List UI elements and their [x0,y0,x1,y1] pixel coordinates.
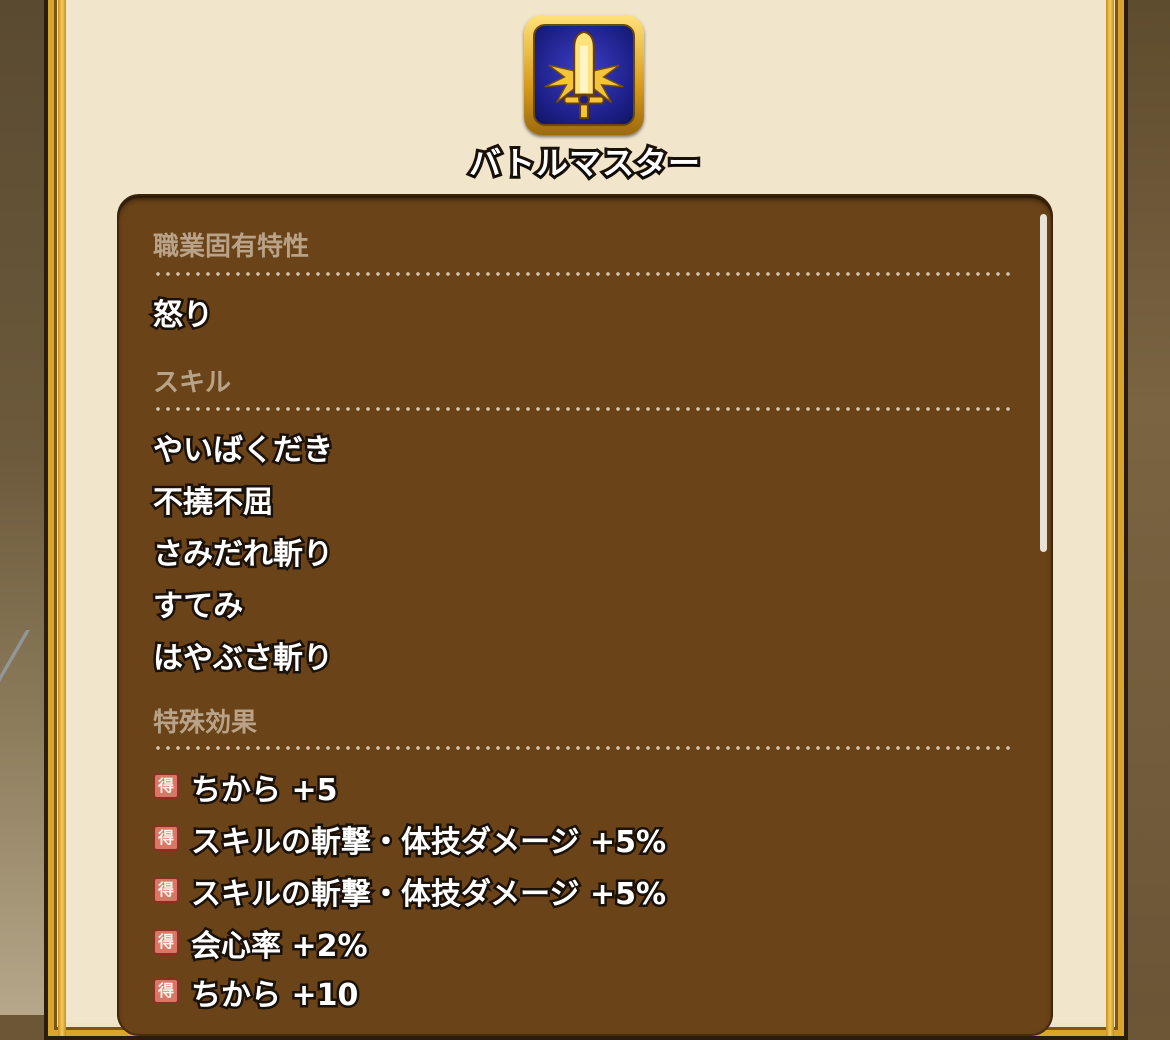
section-divider [153,272,1011,276]
effect-text: ちから +5 [188,771,339,811]
skill-item: やいばくだき [151,431,336,471]
job-title: バトルマスター [466,141,703,185]
bonus-badge-icon: 得 [153,929,179,955]
trait-item: 怒り [151,296,216,336]
skill-item: はやぶさ斬り [151,639,336,679]
bonus-badge-icon: 得 [153,825,179,851]
effect-text: 会心率 +2% [189,927,371,967]
bonus-badge-icon: 得 [153,978,179,1004]
bonus-badge-icon: 得 [153,877,179,903]
skill-item: 不撓不屈 [151,483,276,523]
sword-emblem-graphic [544,30,624,120]
sword-emblem-icon [533,24,635,126]
job-emblem [524,15,644,135]
skill-item: すてみ [150,587,245,627]
bonus-badge-icon: 得 [153,773,179,799]
section-heading-effects: 特殊効果 [153,708,258,738]
effect-text: スキルの斬撃・体技ダメージ +5% [188,875,668,915]
section-heading-skills: スキル [153,368,232,398]
section-heading-trait: 職業固有特性 [153,232,310,262]
effect-text: ちから +10 [188,976,360,1016]
effect-text: スキルの斬撃・体技ダメージ +5% [188,823,668,863]
section-divider [153,407,1011,411]
details-scrollbar[interactable] [1040,214,1047,552]
skill-item: さみだれ斬り [151,535,336,575]
section-divider [153,746,1011,750]
